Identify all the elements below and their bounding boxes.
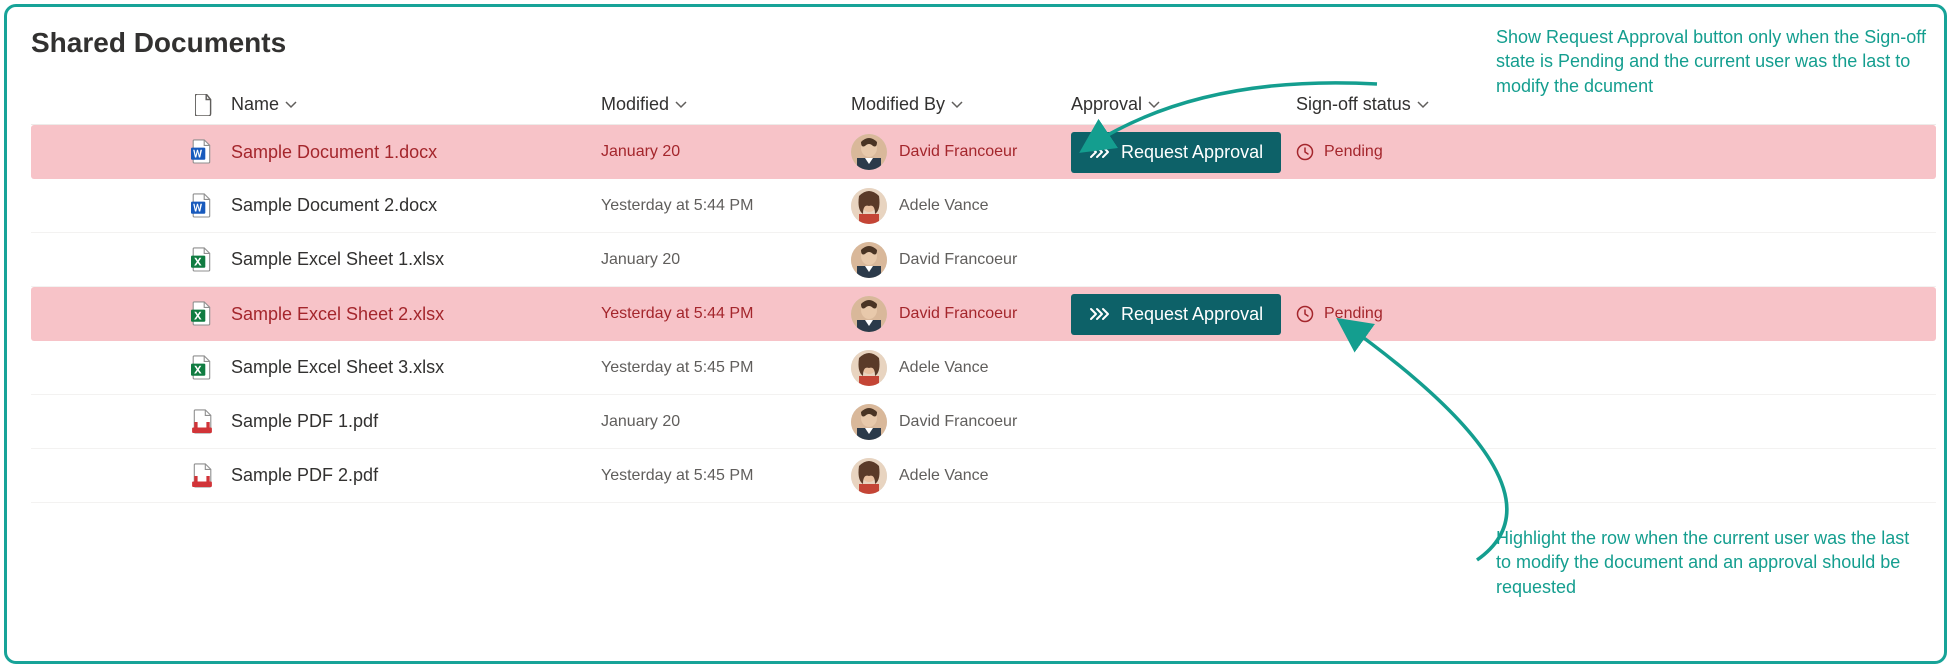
- file-name[interactable]: Sample PDF 1.pdf: [231, 411, 601, 432]
- avatar: [851, 188, 887, 224]
- clock-icon: [1296, 143, 1314, 161]
- signoff-status: Pending: [1296, 143, 1556, 161]
- user-name: David Francoeur: [899, 305, 1017, 323]
- modified-by[interactable]: Adele Vance: [851, 458, 1071, 494]
- button-label: Request Approval: [1121, 304, 1263, 325]
- pdf-file-icon: [191, 462, 213, 490]
- modified-by[interactable]: Adele Vance: [851, 350, 1071, 386]
- table-row[interactable]: Sample Excel Sheet 1.xlsxJanuary 20 Davi…: [31, 233, 1936, 287]
- file-name[interactable]: Sample Excel Sheet 1.xlsx: [231, 249, 601, 270]
- modified-date: Yesterday at 5:44 PM: [601, 197, 851, 215]
- flow-icon: [1089, 143, 1111, 161]
- xlsx-file-icon: [191, 354, 213, 382]
- request-approval-button[interactable]: Request Approval: [1071, 132, 1281, 173]
- file-icon: [195, 94, 213, 116]
- button-label: Request Approval: [1121, 142, 1263, 163]
- modified-by[interactable]: David Francoeur: [851, 242, 1071, 278]
- table-row[interactable]: Sample Excel Sheet 2.xlsxYesterday at 5:…: [31, 287, 1936, 341]
- user-name: David Francoeur: [899, 413, 1017, 431]
- annotation-bottom: Highlight the row when the current user …: [1496, 526, 1926, 599]
- table-row[interactable]: Sample Excel Sheet 3.xlsxYesterday at 5:…: [31, 341, 1936, 395]
- column-label: Name: [231, 94, 279, 115]
- flow-icon: [1089, 305, 1111, 323]
- user-name: Adele Vance: [899, 467, 989, 485]
- user-name: Adele Vance: [899, 197, 989, 215]
- table-row[interactable]: Sample PDF 1.pdfJanuary 20 David Francoe…: [31, 395, 1936, 449]
- chevron-down-icon: [1417, 99, 1429, 111]
- chevron-down-icon: [285, 99, 297, 111]
- status-label: Pending: [1324, 305, 1383, 323]
- chevron-down-icon: [951, 99, 963, 111]
- column-label: Sign-off status: [1296, 94, 1411, 115]
- document-list: Name Modified Modified By Approval Sign-…: [31, 85, 1936, 503]
- modified-by[interactable]: Adele Vance: [851, 188, 1071, 224]
- avatar: [851, 242, 887, 278]
- avatar: [851, 296, 887, 332]
- file-name[interactable]: Sample Document 2.docx: [231, 195, 601, 216]
- avatar: [851, 404, 887, 440]
- docx-file-icon: [191, 138, 213, 166]
- file-name[interactable]: Sample Document 1.docx: [231, 142, 601, 163]
- avatar: [851, 350, 887, 386]
- modified-date: January 20: [601, 251, 851, 269]
- column-label: Modified: [601, 94, 669, 115]
- column-label: Modified By: [851, 94, 945, 115]
- signoff-status: Pending: [1296, 305, 1556, 323]
- annotation-top: Show Request Approval button only when t…: [1496, 25, 1926, 98]
- column-header-name[interactable]: Name: [231, 94, 601, 115]
- chevron-down-icon: [675, 99, 687, 111]
- file-name[interactable]: Sample Excel Sheet 2.xlsx: [231, 304, 601, 325]
- docx-file-icon: [191, 192, 213, 220]
- modified-date: Yesterday at 5:44 PM: [601, 305, 851, 323]
- modified-by[interactable]: David Francoeur: [851, 404, 1071, 440]
- table-row[interactable]: Sample Document 2.docxYesterday at 5:44 …: [31, 179, 1936, 233]
- user-name: David Francoeur: [899, 143, 1017, 161]
- modified-date: Yesterday at 5:45 PM: [601, 359, 851, 377]
- modified-date: January 20: [601, 413, 851, 431]
- column-header-approval[interactable]: Approval: [1071, 94, 1296, 115]
- avatar: [851, 458, 887, 494]
- chevron-down-icon: [1148, 99, 1160, 111]
- modified-by[interactable]: David Francoeur: [851, 296, 1071, 332]
- modified-date: January 20: [601, 143, 851, 161]
- status-label: Pending: [1324, 143, 1383, 161]
- column-header-modified-by[interactable]: Modified By: [851, 94, 1071, 115]
- file-name[interactable]: Sample PDF 2.pdf: [231, 465, 601, 486]
- table-row[interactable]: Sample Document 1.docxJanuary 20 David F…: [31, 125, 1936, 179]
- file-name[interactable]: Sample Excel Sheet 3.xlsx: [231, 357, 601, 378]
- request-approval-button[interactable]: Request Approval: [1071, 294, 1281, 335]
- user-name: David Francoeur: [899, 251, 1017, 269]
- avatar: [851, 134, 887, 170]
- column-header-type[interactable]: [121, 94, 231, 116]
- column-header-modified[interactable]: Modified: [601, 94, 851, 115]
- pdf-file-icon: [191, 408, 213, 436]
- xlsx-file-icon: [191, 300, 213, 328]
- xlsx-file-icon: [191, 246, 213, 274]
- modified-by[interactable]: David Francoeur: [851, 134, 1071, 170]
- modified-date: Yesterday at 5:45 PM: [601, 467, 851, 485]
- user-name: Adele Vance: [899, 359, 989, 377]
- clock-icon: [1296, 305, 1314, 323]
- table-row[interactable]: Sample PDF 2.pdfYesterday at 5:45 PM Ade…: [31, 449, 1936, 503]
- column-label: Approval: [1071, 94, 1142, 115]
